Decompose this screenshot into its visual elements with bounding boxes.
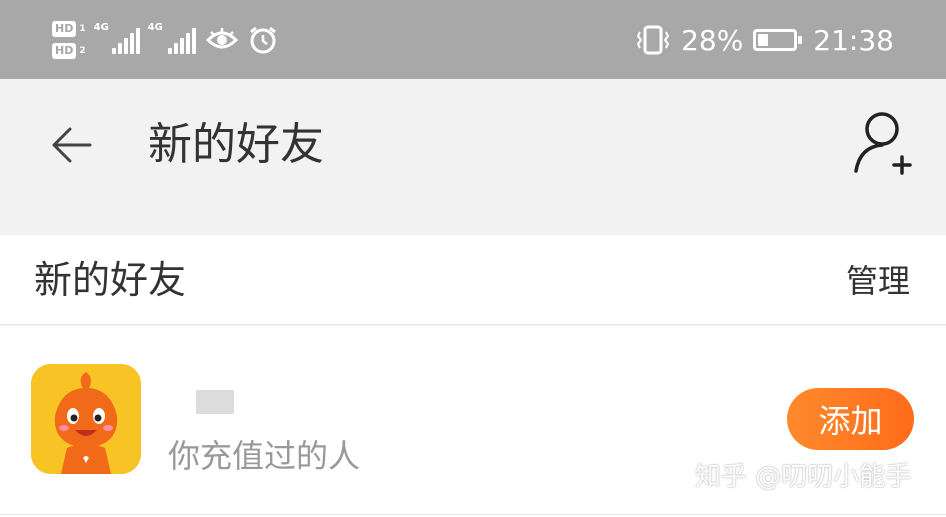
back-arrow-icon[interactable] — [46, 119, 98, 171]
hd-indicator-1: HD 1 — [52, 21, 86, 37]
network-type-label: 4G — [93, 22, 109, 33]
app-bar: 新的好友 — [0, 79, 946, 209]
page-title: 新的好友 — [148, 119, 324, 170]
hd-sim-number: 1 — [79, 24, 86, 34]
status-left: HD 1 HD 2 4G 4G — [52, 12, 278, 68]
hd-indicators: HD 1 HD 2 — [52, 21, 86, 59]
battery-percent: 28% — [681, 23, 744, 57]
signal-icon: 4G — [94, 22, 140, 54]
friend-name-redacted — [196, 390, 234, 414]
vibrate-icon — [636, 25, 670, 55]
hd-icon: HD — [52, 43, 77, 59]
alarm-icon — [249, 26, 276, 54]
network-type-label: 4G — [147, 22, 163, 33]
section-gap — [0, 209, 946, 235]
status-bar: HD 1 HD 2 4G 4G 28% 21:38 — [0, 0, 946, 79]
friend-subtitle: 你充值过的人 — [168, 437, 361, 475]
signal-icon: 4G — [148, 22, 196, 54]
battery-icon — [753, 29, 803, 51]
hd-sim-number: 2 — [79, 46, 86, 56]
friend-list-item[interactable]: 你充值过的人 添加 知乎 @叨叨小能手 — [0, 326, 946, 517]
watermark: 知乎 @叨叨小能手 — [695, 462, 912, 492]
status-right: 28% 21:38 — [635, 18, 894, 62]
mascot-avatar-icon — [31, 364, 141, 474]
add-friend-button[interactable]: 添加 — [787, 388, 914, 450]
battery-fill — [758, 34, 769, 46]
hd-icon: HD — [52, 21, 77, 37]
add-friend-icon[interactable] — [848, 107, 920, 179]
manage-button[interactable]: 管理 — [846, 257, 910, 305]
hd-indicator-2: HD 2 — [52, 43, 86, 59]
divider — [0, 514, 946, 515]
clock: 21:38 — [813, 23, 894, 57]
eye-icon — [205, 28, 238, 49]
avatar[interactable] — [31, 364, 141, 474]
section-header: 新的好友 管理 — [0, 235, 946, 325]
section-title: 新的好友 — [34, 258, 187, 302]
